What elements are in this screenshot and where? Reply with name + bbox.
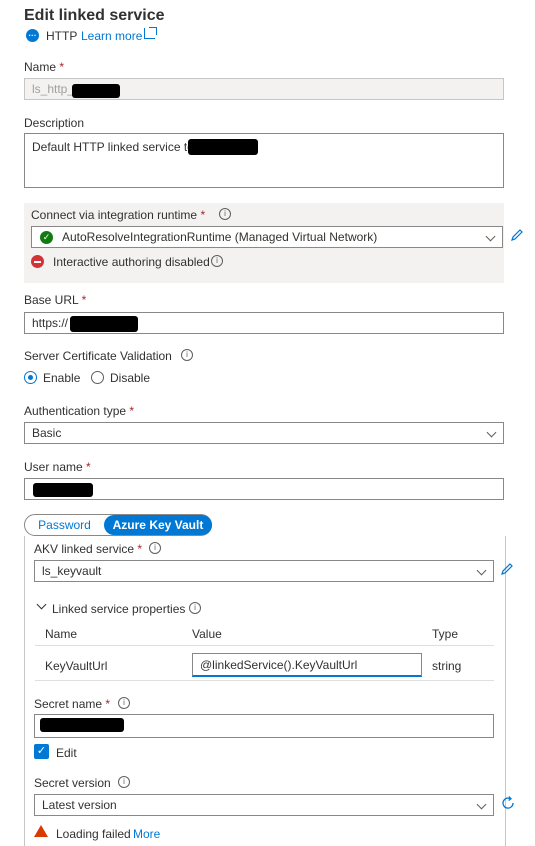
description-textarea[interactable]: Default HTTP linked service to	[24, 133, 504, 188]
refresh-icon[interactable]	[500, 795, 516, 811]
chevron-down-icon	[485, 231, 496, 242]
integration-runtime-label: Connect via integration runtime *	[31, 208, 206, 222]
auth-type-label: Authentication type *	[24, 404, 135, 418]
table-header-value: Value	[192, 627, 222, 641]
table-divider	[35, 680, 494, 681]
name-label: Name *	[24, 60, 65, 74]
check-circle-icon: ✓	[40, 231, 53, 244]
chevron-down-icon	[486, 427, 497, 438]
info-icon[interactable]: i	[118, 776, 130, 788]
auth-type-dropdown[interactable]: Basic	[24, 422, 504, 444]
secret-version-label: Secret version	[34, 776, 111, 790]
disable-radio-label[interactable]: Disable	[110, 371, 150, 385]
description-label: Description	[24, 116, 85, 130]
cert-validation-label: Server Certificate Validation	[24, 349, 172, 363]
redaction-block	[33, 483, 93, 497]
integration-runtime-dropdown[interactable]: ✓ AutoResolveIntegrationRuntime (Managed…	[31, 226, 503, 248]
chevron-down-icon	[476, 799, 487, 810]
service-type-label: HTTP	[46, 29, 78, 43]
interactive-authoring-status: Interactive authoring disabled	[53, 255, 210, 269]
edit-checkbox[interactable]: ✓	[34, 744, 49, 759]
secret-version-dropdown[interactable]: Latest version	[34, 794, 494, 816]
redaction-block	[40, 718, 124, 732]
redaction-block	[72, 84, 120, 98]
loading-failed-text: Loading failed	[56, 827, 131, 841]
disable-radio[interactable]	[91, 371, 104, 384]
credential-source-toggle: Password Azure Key Vault	[24, 514, 212, 536]
learn-more-link[interactable]: Learn more	[81, 29, 142, 43]
edit-pencil-icon[interactable]	[510, 228, 524, 242]
info-icon[interactable]: i	[211, 255, 223, 267]
akv-linked-service-label: AKV linked service *	[34, 542, 143, 556]
user-name-input[interactable]	[24, 478, 504, 500]
enable-radio-label[interactable]: Enable	[43, 371, 80, 385]
linked-service-properties-toggle[interactable]: Linked service properties	[52, 602, 185, 616]
info-icon[interactable]: i	[118, 697, 130, 709]
table-header-type: Type	[432, 627, 459, 641]
property-type-cell: string	[432, 659, 462, 673]
property-name-cell: KeyVaultUrl	[45, 659, 108, 673]
http-icon: ···	[26, 29, 39, 42]
redaction-block	[70, 316, 138, 332]
edit-checkbox-label[interactable]: Edit	[56, 746, 77, 760]
info-icon[interactable]: i	[181, 349, 193, 361]
external-link-icon	[144, 27, 157, 39]
info-icon[interactable]: i	[189, 602, 201, 614]
edit-pencil-icon[interactable]	[500, 562, 514, 576]
error-icon	[31, 255, 44, 268]
enable-radio[interactable]	[24, 371, 37, 384]
akv-linked-service-dropdown[interactable]: ls_keyvault	[34, 560, 494, 582]
table-divider	[35, 645, 494, 646]
panel-title: Edit linked service	[24, 7, 165, 24]
info-icon[interactable]: i	[219, 208, 231, 220]
redaction-block	[188, 139, 258, 155]
tab-password[interactable]: Password	[25, 515, 104, 535]
chevron-down-icon	[476, 565, 487, 576]
table-header-name: Name	[45, 627, 78, 641]
base-url-label: Base URL *	[24, 293, 87, 307]
secret-name-label: Secret name *	[34, 697, 111, 711]
property-value-input[interactable]: @linkedService().KeyVaultUrl	[192, 653, 422, 677]
tab-azure-key-vault[interactable]: Azure Key Vault	[104, 515, 212, 535]
warning-icon	[34, 825, 48, 837]
more-link[interactable]: More	[133, 827, 160, 841]
info-icon[interactable]: i	[149, 542, 161, 554]
user-name-label: User name *	[24, 460, 91, 474]
